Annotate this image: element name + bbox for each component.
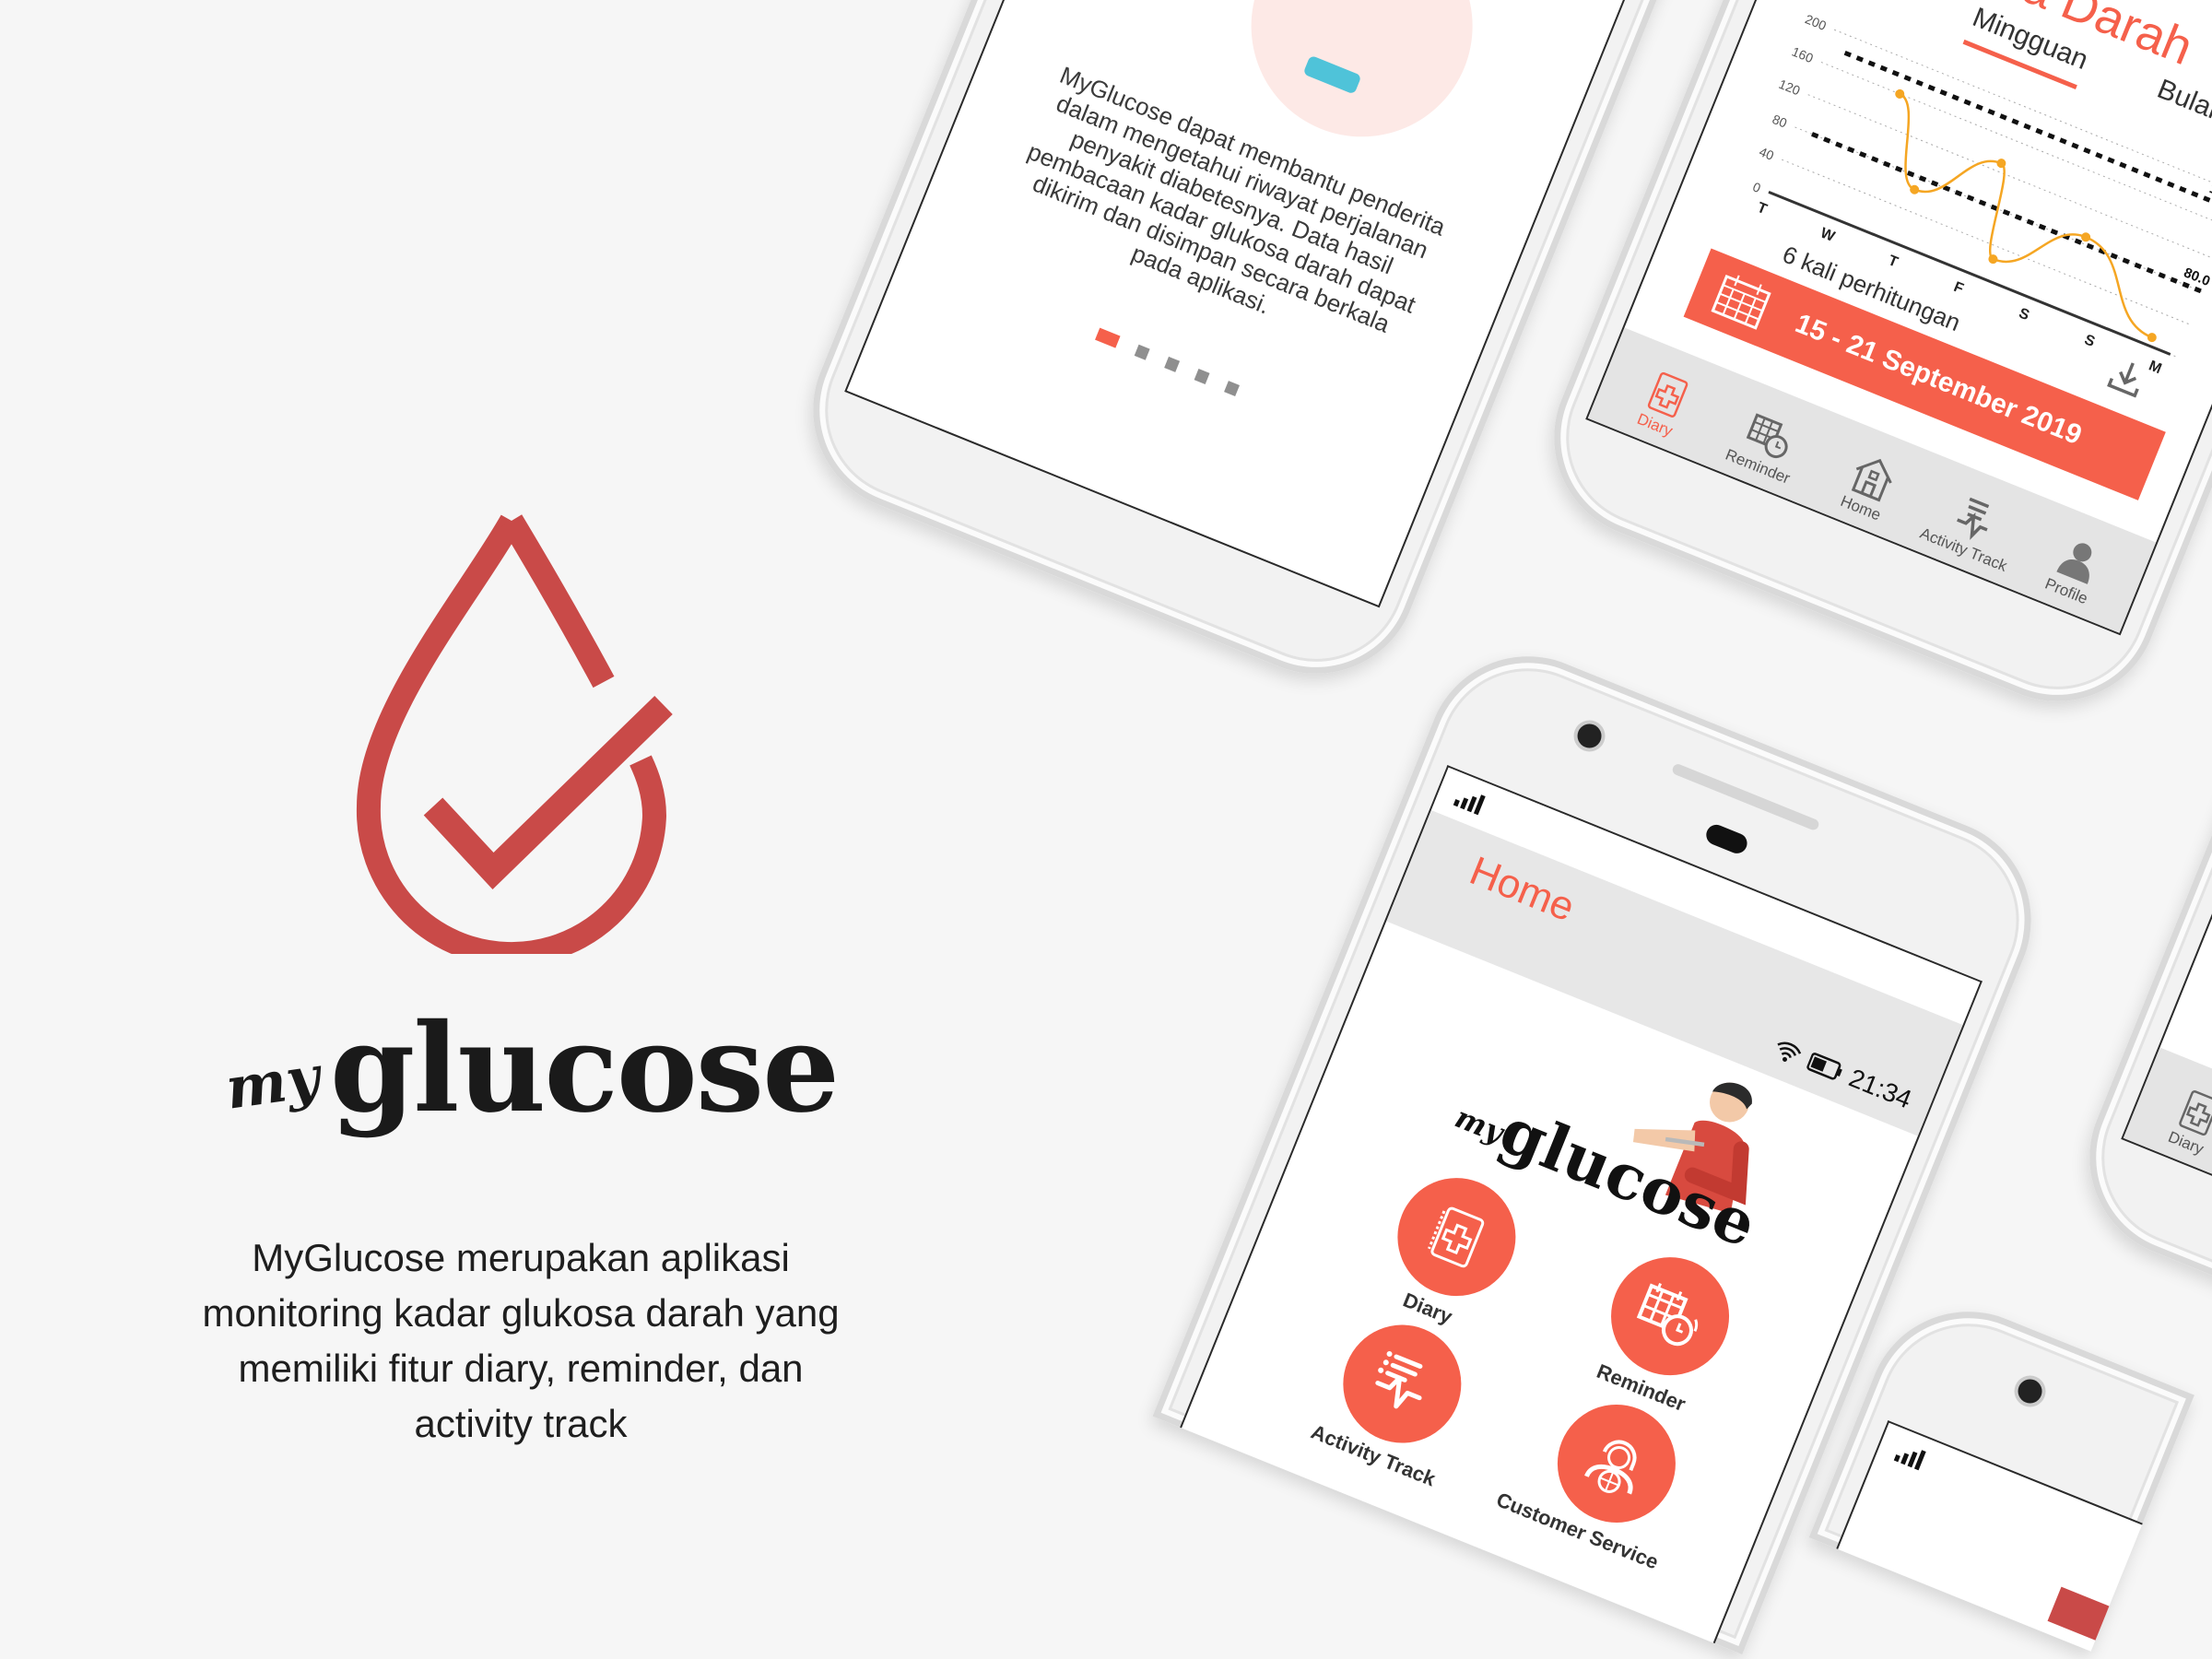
speaker-grille xyxy=(1670,762,1821,832)
grid-line xyxy=(1807,94,2212,261)
x-tick-label: S xyxy=(2082,332,2098,350)
signal-icon xyxy=(1893,1450,1926,1471)
x-tick-label: F xyxy=(1951,279,1966,298)
threshold-line xyxy=(1843,51,2212,214)
front-camera xyxy=(1573,720,1606,752)
description-line: MyGlucose merupakan aplikasi xyxy=(252,1236,790,1279)
y-tick-label: 0 xyxy=(1750,179,1762,195)
app-description: MyGlucose merupakan aplikasi monitoring … xyxy=(147,1230,894,1452)
nav-diary[interactable]: Diary xyxy=(1605,353,1724,453)
activity-track-icon xyxy=(1375,1351,1423,1409)
nav-diary[interactable]: Diary xyxy=(2136,1071,2212,1171)
status-time: 21:34 xyxy=(1844,1063,1916,1114)
y-tick-label: 40 xyxy=(1758,144,1777,163)
proximity-sensor xyxy=(1702,821,1750,857)
front-camera xyxy=(2014,1375,2046,1407)
page-dot-active[interactable] xyxy=(1095,327,1121,348)
y-tick-label: 80 xyxy=(1771,112,1790,131)
y-tick-label: 160 xyxy=(1790,44,1816,66)
grid-line xyxy=(1782,159,2193,326)
nav-reminder[interactable]: Reminder xyxy=(1707,395,1826,495)
nav-home[interactable]: Home xyxy=(1810,437,1929,536)
tab-bulanan[interactable]: Bulanan xyxy=(2153,74,2212,141)
wordmark-glucose: glucose xyxy=(330,997,840,1140)
customer-service-icon xyxy=(1584,1440,1637,1495)
description-line: monitoring kadar glukosa darah yang xyxy=(202,1291,840,1335)
x-tick-label: T xyxy=(1886,253,1900,271)
bottom-nav: Diary xyxy=(2121,1047,2212,1356)
chart-phone: Gula Darah Mingguan Bulanan 0 40 80 120 160 2… xyxy=(1524,0,2212,733)
x-tick-label: S xyxy=(2017,305,2032,324)
x-tick-label: W xyxy=(1818,225,1838,245)
threshold-line xyxy=(1811,132,2206,296)
bottom-right-screen xyxy=(1836,1420,2143,1652)
reminder-icon xyxy=(1636,1283,1699,1347)
blood-drop-check-logo xyxy=(356,514,673,954)
description-line: activity track xyxy=(414,1402,628,1445)
wifi-icon xyxy=(1777,1041,1802,1062)
page-dot[interactable] xyxy=(1134,344,1150,360)
y-tick-label: 200 xyxy=(1803,11,1829,33)
data-point xyxy=(1988,254,1998,265)
header-accent xyxy=(2047,1586,2112,1641)
signal-icon xyxy=(1453,794,1486,816)
myglucose-wordmark: my glucose xyxy=(221,995,840,1161)
data-point xyxy=(1996,159,2006,169)
chart-screen: Gula Darah Mingguan Bulanan 0 40 80 120 160 2… xyxy=(1585,0,2212,636)
page-dot[interactable] xyxy=(1224,380,1241,396)
nav-activity-track[interactable]: Activity Track xyxy=(1912,478,2031,578)
x-tick-label: T xyxy=(1755,200,1770,218)
description-line: memiliki fitur diary, reminder, dan xyxy=(238,1347,804,1390)
battery-icon xyxy=(1806,1053,1842,1080)
data-point xyxy=(2147,333,2157,343)
diary-icon xyxy=(1428,1206,1485,1268)
grid-line xyxy=(1820,62,2212,229)
nav-profile[interactable]: Profile xyxy=(2016,520,2135,619)
wordmark-my: my xyxy=(221,1042,324,1123)
y-tick-label: 120 xyxy=(1777,76,1803,99)
page-dot[interactable] xyxy=(1194,368,1210,384)
page-dot[interactable] xyxy=(1164,356,1181,372)
threshold-label: 180.0 xyxy=(2207,181,2212,208)
